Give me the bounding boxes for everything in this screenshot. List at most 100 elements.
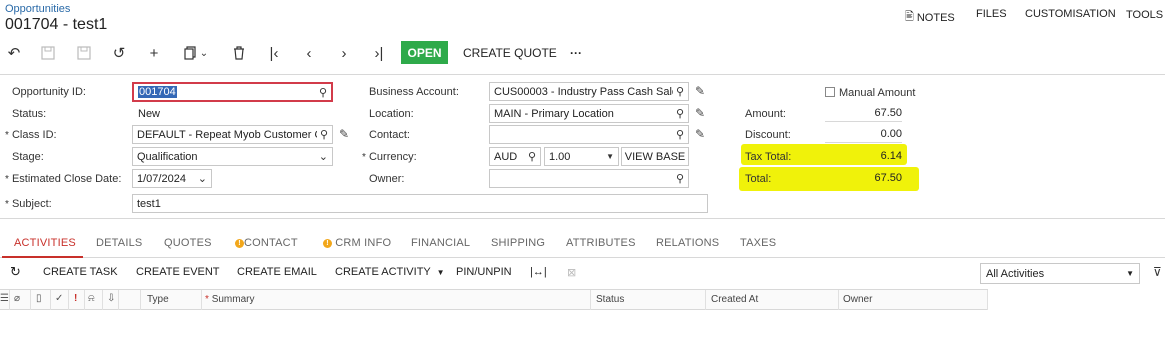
row-selector-icon[interactable]: ☰ bbox=[0, 293, 9, 304]
owner-field[interactable]: ⚲ bbox=[489, 169, 689, 188]
discount-value: 0.00 bbox=[825, 126, 902, 143]
search-icon[interactable]: ⚲ bbox=[320, 128, 328, 141]
manual-amount-label: Manual Amount bbox=[839, 87, 916, 99]
tools-button[interactable]: TOOLS ▾ bbox=[1126, 8, 1165, 21]
search-icon[interactable]: ⚲ bbox=[676, 107, 684, 120]
activity-filter-select[interactable]: All Activities ▼ bbox=[980, 263, 1140, 284]
search-icon[interactable]: ⚲ bbox=[676, 85, 684, 98]
tab-taxes[interactable]: TAXES bbox=[740, 237, 776, 249]
pin-unpin-button[interactable]: PIN/UNPIN bbox=[456, 266, 512, 278]
column-owner[interactable]: Owner bbox=[843, 294, 872, 305]
search-icon[interactable]: ⚲ bbox=[676, 128, 684, 141]
tab-crm-info[interactable]: ! CRM INFO bbox=[323, 237, 391, 249]
fit-columns-icon[interactable]: |↔| bbox=[530, 266, 547, 278]
chevron-down-icon: ⌄ bbox=[197, 173, 207, 185]
location-value: MAIN - Primary Location bbox=[494, 107, 614, 120]
priority-icon: ! bbox=[74, 293, 78, 304]
column-summary[interactable]: * Summary bbox=[205, 294, 254, 305]
caret-down-icon: ▼ bbox=[1126, 269, 1134, 278]
opportunity-id-value: 001704 bbox=[138, 86, 177, 98]
column-type[interactable]: Type bbox=[147, 294, 169, 305]
tax-total-value: 6.14 bbox=[880, 150, 902, 162]
page-title: 001704 - test1 bbox=[5, 16, 108, 33]
warning-icon: ! bbox=[323, 239, 332, 248]
tab-shipping[interactable]: SHIPPING bbox=[491, 237, 545, 249]
stage-label: Stage: bbox=[12, 151, 44, 163]
save-icon[interactable] bbox=[74, 43, 94, 63]
currency-label: * Currency: bbox=[362, 151, 417, 163]
currency-rate-value: 1.00 bbox=[549, 150, 571, 163]
class-id-field[interactable]: DEFAULT - Repeat Myob Customer O ⚲ bbox=[132, 125, 333, 144]
contact-field[interactable]: ⚲ bbox=[489, 125, 689, 144]
currency-rate-select[interactable]: 1.00 ▼ bbox=[544, 147, 619, 166]
tab-attributes[interactable]: ATTRIBUTES bbox=[566, 237, 636, 249]
search-icon[interactable]: ⚲ bbox=[528, 150, 536, 163]
active-tab-indicator bbox=[2, 256, 83, 258]
stage-select[interactable]: Qualification ⌄ bbox=[132, 147, 333, 166]
copy-icon[interactable]: ⌄ bbox=[180, 43, 212, 63]
close-date-label: * Estimated Close Date: bbox=[5, 173, 122, 185]
close-date-field[interactable]: 1/07/2024 ⌄ bbox=[132, 169, 212, 188]
tab-quotes[interactable]: QUOTES bbox=[164, 237, 212, 249]
notes-icon: 🖹 bbox=[905, 11, 914, 23]
activities-grid-header: ☰ ⌀ ▯ ✓ ! ⍾ ⇩ Type * Summary Status Crea… bbox=[0, 289, 988, 310]
tab-relations[interactable]: RELATIONS bbox=[656, 237, 719, 249]
subject-field[interactable]: test1 bbox=[132, 194, 708, 213]
edit-pencil-icon[interactable]: ✎ bbox=[695, 127, 705, 141]
delete-icon[interactable] bbox=[229, 43, 249, 63]
opportunity-id-field[interactable]: 001704 ⚲ bbox=[132, 82, 333, 102]
breadcrumb[interactable]: Opportunities bbox=[5, 3, 70, 15]
create-quote-button[interactable]: CREATE QUOTE bbox=[463, 46, 557, 60]
manual-amount-checkbox[interactable] bbox=[825, 87, 835, 97]
tab-details[interactable]: DETAILS bbox=[96, 237, 142, 249]
export-excel-icon[interactable]: ⊠ bbox=[567, 266, 576, 279]
search-icon[interactable]: ⚲ bbox=[319, 86, 327, 99]
attachment-icon: ⌀ bbox=[14, 293, 21, 304]
view-base-button[interactable]: VIEW BASE bbox=[621, 147, 689, 166]
notes-button[interactable]: 🖹 NOTES bbox=[905, 8, 955, 27]
last-record-icon[interactable]: ›| bbox=[369, 43, 389, 63]
edit-pencil-icon[interactable]: ✎ bbox=[695, 106, 705, 120]
filter-icon[interactable]: ⊽ bbox=[1153, 265, 1162, 279]
column-status[interactable]: Status bbox=[596, 294, 624, 305]
amount-label: Amount: bbox=[745, 108, 786, 120]
more-actions-button[interactable]: ··· bbox=[570, 46, 582, 60]
currency-field[interactable]: AUD ⚲ bbox=[489, 147, 541, 166]
create-event-button[interactable]: CREATE EVENT bbox=[136, 266, 220, 278]
tab-contact[interactable]: ! CONTACT bbox=[235, 237, 298, 249]
column-created-at[interactable]: Created At bbox=[711, 294, 758, 305]
previous-record-icon[interactable]: ‹ bbox=[299, 43, 319, 63]
business-account-label: Business Account: bbox=[369, 86, 459, 98]
amount-value: 67.50 bbox=[825, 105, 902, 122]
next-record-icon[interactable]: › bbox=[334, 43, 354, 63]
back-icon[interactable]: ↶ bbox=[4, 43, 24, 63]
undo-icon[interactable]: ↺ bbox=[109, 43, 129, 63]
create-task-button[interactable]: CREATE TASK bbox=[43, 266, 118, 278]
total-value: 67.50 bbox=[874, 172, 902, 184]
business-account-field[interactable]: CUS00003 - Industry Pass Cash Sale ⚲ bbox=[489, 82, 689, 101]
discount-label: Discount: bbox=[745, 129, 791, 141]
class-id-label: * Class ID: bbox=[5, 129, 57, 141]
add-icon[interactable]: + bbox=[144, 43, 164, 63]
edit-pencil-icon[interactable]: ✎ bbox=[339, 127, 349, 141]
refresh-icon[interactable]: ↻ bbox=[10, 264, 21, 280]
currency-value: AUD bbox=[494, 150, 518, 163]
files-button[interactable]: FILES bbox=[976, 8, 1007, 20]
customisation-button[interactable]: CUSTOMISATION bbox=[1025, 8, 1116, 20]
save-close-icon[interactable] bbox=[38, 43, 58, 63]
first-record-icon[interactable]: |‹ bbox=[264, 43, 284, 63]
create-email-button[interactable]: CREATE EMAIL bbox=[237, 266, 317, 278]
caret-down-icon: ▼ bbox=[436, 268, 445, 277]
tab-financial[interactable]: FINANCIAL bbox=[411, 237, 470, 249]
create-activity-button[interactable]: CREATE ACTIVITY ▼ bbox=[335, 266, 445, 278]
tab-activities[interactable]: ACTIVITIES bbox=[14, 237, 76, 249]
open-button[interactable]: OPEN bbox=[401, 41, 448, 64]
subject-value: test1 bbox=[137, 197, 161, 210]
edit-pencil-icon[interactable]: ✎ bbox=[695, 84, 705, 98]
location-label: Location: bbox=[369, 108, 414, 120]
tab-bar: ACTIVITIES DETAILS QUOTES ! CONTACT ! CRM… bbox=[0, 230, 1165, 258]
chevron-down-icon: ⌄ bbox=[318, 151, 328, 163]
location-field[interactable]: MAIN - Primary Location ⚲ bbox=[489, 104, 689, 123]
pin-icon: ⇩ bbox=[107, 293, 116, 304]
search-icon[interactable]: ⚲ bbox=[676, 172, 684, 185]
